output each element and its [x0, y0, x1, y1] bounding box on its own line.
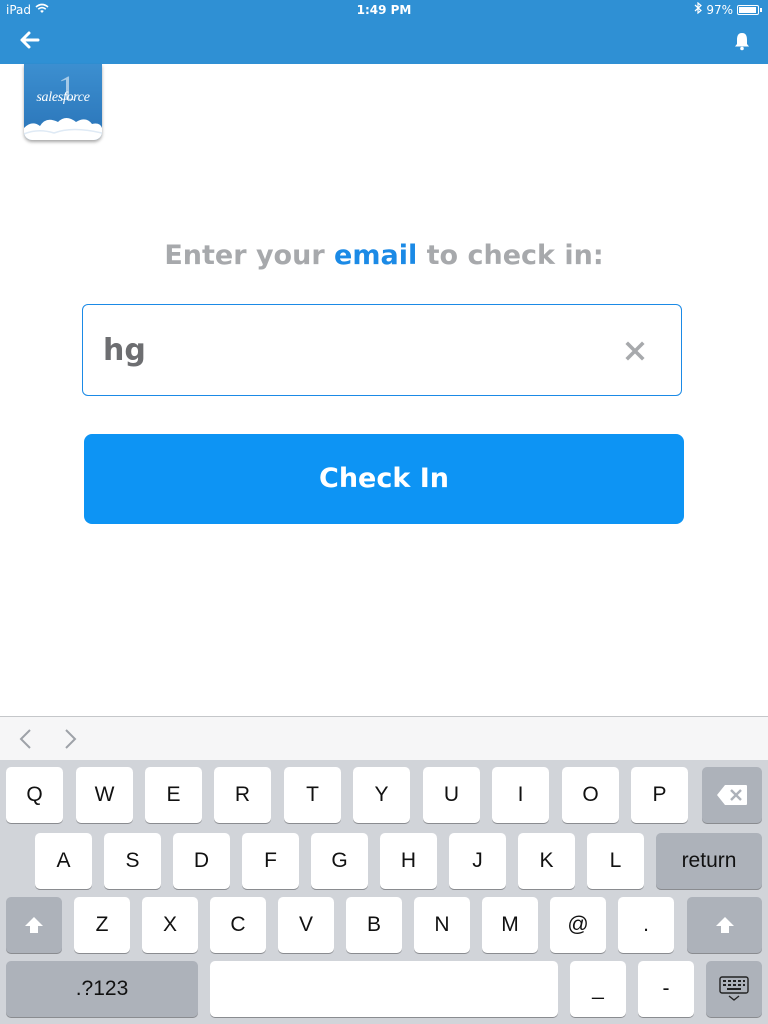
key-u[interactable]: U: [423, 767, 480, 823]
key-q[interactable]: Q: [6, 767, 63, 823]
check-in-button[interactable]: Check In: [84, 434, 684, 524]
battery-percent: 97%: [706, 3, 733, 17]
key-y[interactable]: Y: [353, 767, 410, 823]
key-k[interactable]: K: [518, 833, 575, 889]
key-c[interactable]: C: [210, 897, 266, 953]
numbers-key[interactable]: .?123: [6, 961, 198, 1017]
key-j[interactable]: J: [449, 833, 506, 889]
key-p[interactable]: P: [631, 767, 688, 823]
status-time: 1:49 PM: [356, 3, 412, 17]
prompt-highlight: email: [334, 240, 418, 271]
key-w[interactable]: W: [76, 767, 133, 823]
key-dash[interactable]: -: [638, 961, 694, 1017]
shift-key-right[interactable]: [687, 897, 762, 953]
return-key[interactable]: return: [656, 833, 762, 889]
key-at[interactable]: @: [550, 897, 606, 953]
prompt-before: Enter your: [164, 240, 335, 271]
space-key[interactable]: [210, 961, 558, 1017]
key-l[interactable]: L: [587, 833, 644, 889]
email-field[interactable]: hg: [82, 304, 682, 396]
shift-icon: [715, 917, 734, 933]
key-h[interactable]: H: [380, 833, 437, 889]
keyboard: Q W E R T Y U I O P A S D F G H J K L re…: [0, 760, 768, 1024]
key-n[interactable]: N: [414, 897, 470, 953]
key-z[interactable]: Z: [74, 897, 130, 953]
key-r[interactable]: R: [214, 767, 271, 823]
battery-fill: [739, 7, 756, 13]
key-a[interactable]: A: [35, 833, 92, 889]
key-period[interactable]: .: [618, 897, 674, 953]
salesforce-logo: 1 salesforce: [24, 64, 102, 140]
key-d[interactable]: D: [173, 833, 230, 889]
key-x[interactable]: X: [142, 897, 198, 953]
backspace-icon: [717, 785, 747, 805]
shift-icon: [25, 917, 43, 933]
back-arrow-icon[interactable]: [18, 30, 42, 50]
battery-icon: [737, 5, 759, 15]
key-g[interactable]: G: [311, 833, 368, 889]
key-f[interactable]: F: [242, 833, 299, 889]
email-value[interactable]: hg: [103, 305, 146, 397]
status-right: 97%: [694, 0, 762, 20]
key-b[interactable]: B: [346, 897, 402, 953]
previous-field-icon[interactable]: [16, 727, 36, 751]
hide-keyboard-key[interactable]: [706, 961, 762, 1017]
key-underscore[interactable]: _: [570, 961, 626, 1017]
key-o[interactable]: O: [562, 767, 619, 823]
backspace-key[interactable]: [702, 767, 762, 823]
keyboard-hide-icon: [719, 976, 749, 1001]
battery-tip: [760, 8, 762, 12]
key-m[interactable]: M: [482, 897, 538, 953]
key-s[interactable]: S: [104, 833, 161, 889]
top-bar: iPad 1:49 PM 97%: [0, 0, 768, 64]
keyboard-accessory-bar: [0, 716, 768, 760]
clear-icon[interactable]: [625, 341, 645, 361]
shift-key-left[interactable]: [6, 897, 62, 953]
screen: iPad 1:49 PM 97% 1 salesforce Enter your…: [0, 0, 768, 1024]
cloud-icon: [24, 118, 102, 140]
key-t[interactable]: T: [284, 767, 341, 823]
check-in-prompt: Enter your email to check in:: [0, 240, 768, 271]
logo-wordmark: salesforce: [36, 90, 90, 105]
bell-icon[interactable]: [732, 31, 752, 51]
status-bar: iPad 1:49 PM 97%: [0, 0, 768, 20]
key-e[interactable]: E: [145, 767, 202, 823]
bluetooth-icon: [694, 0, 703, 20]
key-v[interactable]: V: [278, 897, 334, 953]
prompt-after: to check in:: [417, 240, 604, 271]
next-field-icon[interactable]: [60, 727, 80, 751]
key-i[interactable]: I: [492, 767, 549, 823]
